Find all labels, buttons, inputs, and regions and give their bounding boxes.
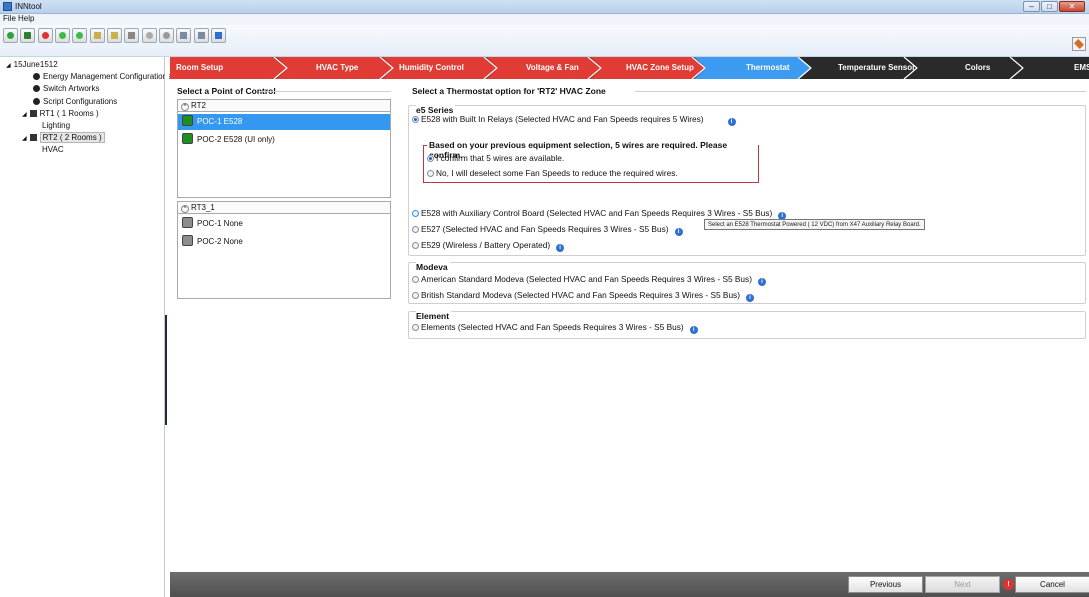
radio-button[interactable] <box>412 276 419 283</box>
tree-item-lighting[interactable]: Lighting <box>42 121 70 130</box>
step-voltage-fan[interactable]: Voltage & Fan <box>486 57 602 79</box>
warning-icon[interactable]: ! <box>1003 579 1014 590</box>
poc-row[interactable]: POC-2 E528 (UI only) <box>178 132 390 148</box>
menu-bar: File Help <box>0 14 1089 25</box>
app-icon <box>3 2 12 11</box>
radio-button[interactable] <box>427 155 434 162</box>
align-icon[interactable] <box>90 28 105 43</box>
step-colors[interactable]: Colors <box>906 57 1024 79</box>
info-icon[interactable]: i <box>674 228 683 236</box>
radio-button[interactable] <box>412 226 419 233</box>
wizard-footer: Previous Next Cancel <box>170 572 1089 597</box>
remove-circle-icon[interactable] <box>72 28 87 43</box>
previous-button[interactable]: Previous <box>848 576 923 593</box>
add-circle-icon[interactable] <box>55 28 70 43</box>
building-icon <box>29 110 37 117</box>
close-button[interactable]: ✕ <box>1059 1 1085 12</box>
minimize-button[interactable]: – <box>1023 1 1040 12</box>
download-icon[interactable] <box>142 28 157 43</box>
tree-root[interactable]: ◢ 15June1512 <box>6 60 58 69</box>
divider <box>635 91 1086 92</box>
maximize-button[interactable]: □ <box>1041 1 1058 12</box>
radio-button[interactable] <box>427 170 434 177</box>
collapse-icon[interactable]: ^ <box>181 205 189 213</box>
info-icon[interactable]: i <box>727 118 736 126</box>
step-hvac-zone-setup[interactable]: HVAC Zone Setup <box>590 57 706 79</box>
confirm-yes-option[interactable]: I confirm that 5 wires are available. <box>427 153 564 163</box>
status-square-icon <box>182 133 193 144</box>
group-title: Element <box>416 311 452 321</box>
info-icon[interactable]: i <box>757 278 766 286</box>
window-title: INNtool <box>15 2 42 11</box>
info-icon[interactable]: i <box>556 244 565 252</box>
radio-button[interactable] <box>412 210 419 217</box>
tooltip: Select an E528 Thermostat Powered ( 12 V… <box>704 219 925 230</box>
toolbar <box>0 25 1089 57</box>
edit-alt-icon[interactable] <box>194 28 209 43</box>
option-elements[interactable]: Elements (Selected HVAC and Fan Speeds R… <box>412 322 698 334</box>
settings-icon[interactable] <box>1072 37 1086 51</box>
radio-button[interactable] <box>412 324 419 331</box>
step-ems[interactable]: EMS <box>1012 57 1089 79</box>
divider <box>260 91 391 92</box>
edit-icon[interactable] <box>176 28 191 43</box>
step-thermostat[interactable]: Thermostat <box>694 57 812 79</box>
status-square-icon <box>182 235 193 246</box>
poc-row[interactable]: POC-1 E528 <box>178 114 390 130</box>
info-icon[interactable]: i <box>745 294 754 302</box>
step-room-setup[interactable]: Room Setup <box>170 57 288 79</box>
group-title: Modeva <box>416 262 450 272</box>
group-header[interactable]: ^ RT3_1 <box>178 202 390 214</box>
wizard-steps: Room Setup HVAC Type Humidity Control Vo… <box>170 57 1089 79</box>
menu-help[interactable]: Help <box>18 14 34 23</box>
new-document-icon[interactable] <box>38 28 53 43</box>
radio-button[interactable] <box>412 292 419 299</box>
step-hvac-type[interactable]: HVAC Type <box>276 57 394 79</box>
collapse-icon[interactable]: ^ <box>181 103 189 111</box>
radio-button[interactable] <box>412 242 419 249</box>
gear-icon <box>33 73 40 80</box>
save-icon[interactable] <box>211 28 226 43</box>
option-american-modeva[interactable]: American Standard Modeva (Selected HVAC … <box>412 274 766 286</box>
list-icon[interactable] <box>107 28 122 43</box>
thermostat-title: Select a Thermostat option for 'RT2' HVA… <box>412 86 606 96</box>
status-square-icon <box>182 115 193 126</box>
info-icon[interactable]: i <box>689 326 698 334</box>
tree-item-rt1[interactable]: ◢ RT1 ( 1 Rooms ) <box>22 109 99 118</box>
cancel-button[interactable]: Cancel <box>1015 576 1089 593</box>
tree-item-rt2[interactable]: ◢ RT2 ( 2 Rooms ) <box>22 132 105 143</box>
option-e528-relays[interactable]: E528 with Built In Relays (Selected HVAC… <box>412 114 736 126</box>
poc-row[interactable]: POC-1 None <box>178 216 390 232</box>
open-folder-icon[interactable] <box>20 28 35 43</box>
link-icon[interactable] <box>159 28 174 43</box>
tree-item-hvac[interactable]: HVAC <box>42 145 64 154</box>
step-temperature-sensor[interactable]: Temperature Sensor <box>800 57 918 79</box>
next-button[interactable]: Next <box>925 576 1000 593</box>
gear-icon <box>33 98 40 105</box>
poc-row[interactable]: POC-2 None <box>178 234 390 250</box>
tree-item-script-configurations[interactable]: Script Configurations <box>33 97 117 106</box>
tree-item-energy-management[interactable]: Energy Management Configurations <box>33 72 171 81</box>
confirm-no-option[interactable]: No, I will deselect some Fan Speeds to r… <box>427 168 678 178</box>
gear-icon <box>33 85 40 92</box>
title-bar: INNtool – □ ✕ <box>0 0 1089 14</box>
radio-button[interactable] <box>412 116 419 123</box>
panel-splitter[interactable] <box>165 57 169 597</box>
poc-group-rt3: ^ RT3_1 POC-1 None POC-2 None <box>177 201 391 299</box>
building-icon <box>29 134 37 141</box>
status-square-icon <box>182 217 193 228</box>
poc-group-rt2: ^ RT2 POC-1 E528 POC-2 E528 (UI only) <box>177 99 391 198</box>
group-header[interactable]: ^ RT2 <box>178 100 390 112</box>
document-icon[interactable] <box>124 28 139 43</box>
option-e529[interactable]: E529 (Wireless / Battery Operated) i <box>412 240 565 252</box>
project-tree: ◢ 15June1512 Energy Management Configurat… <box>0 57 171 597</box>
tree-item-switch-artworks[interactable]: Switch Artworks <box>33 84 99 93</box>
option-british-modeva[interactable]: British Standard Modeva (Selected HVAC a… <box>412 290 754 302</box>
option-e527[interactable]: E527 (Selected HVAC and Fan Speeds Requi… <box>412 224 683 236</box>
menu-file[interactable]: File <box>3 14 16 23</box>
step-humidity-control[interactable]: Humidity Control <box>382 57 498 79</box>
add-icon[interactable] <box>3 28 18 43</box>
confirm-wires-group: Based on your previous equipment selecti… <box>423 140 759 183</box>
